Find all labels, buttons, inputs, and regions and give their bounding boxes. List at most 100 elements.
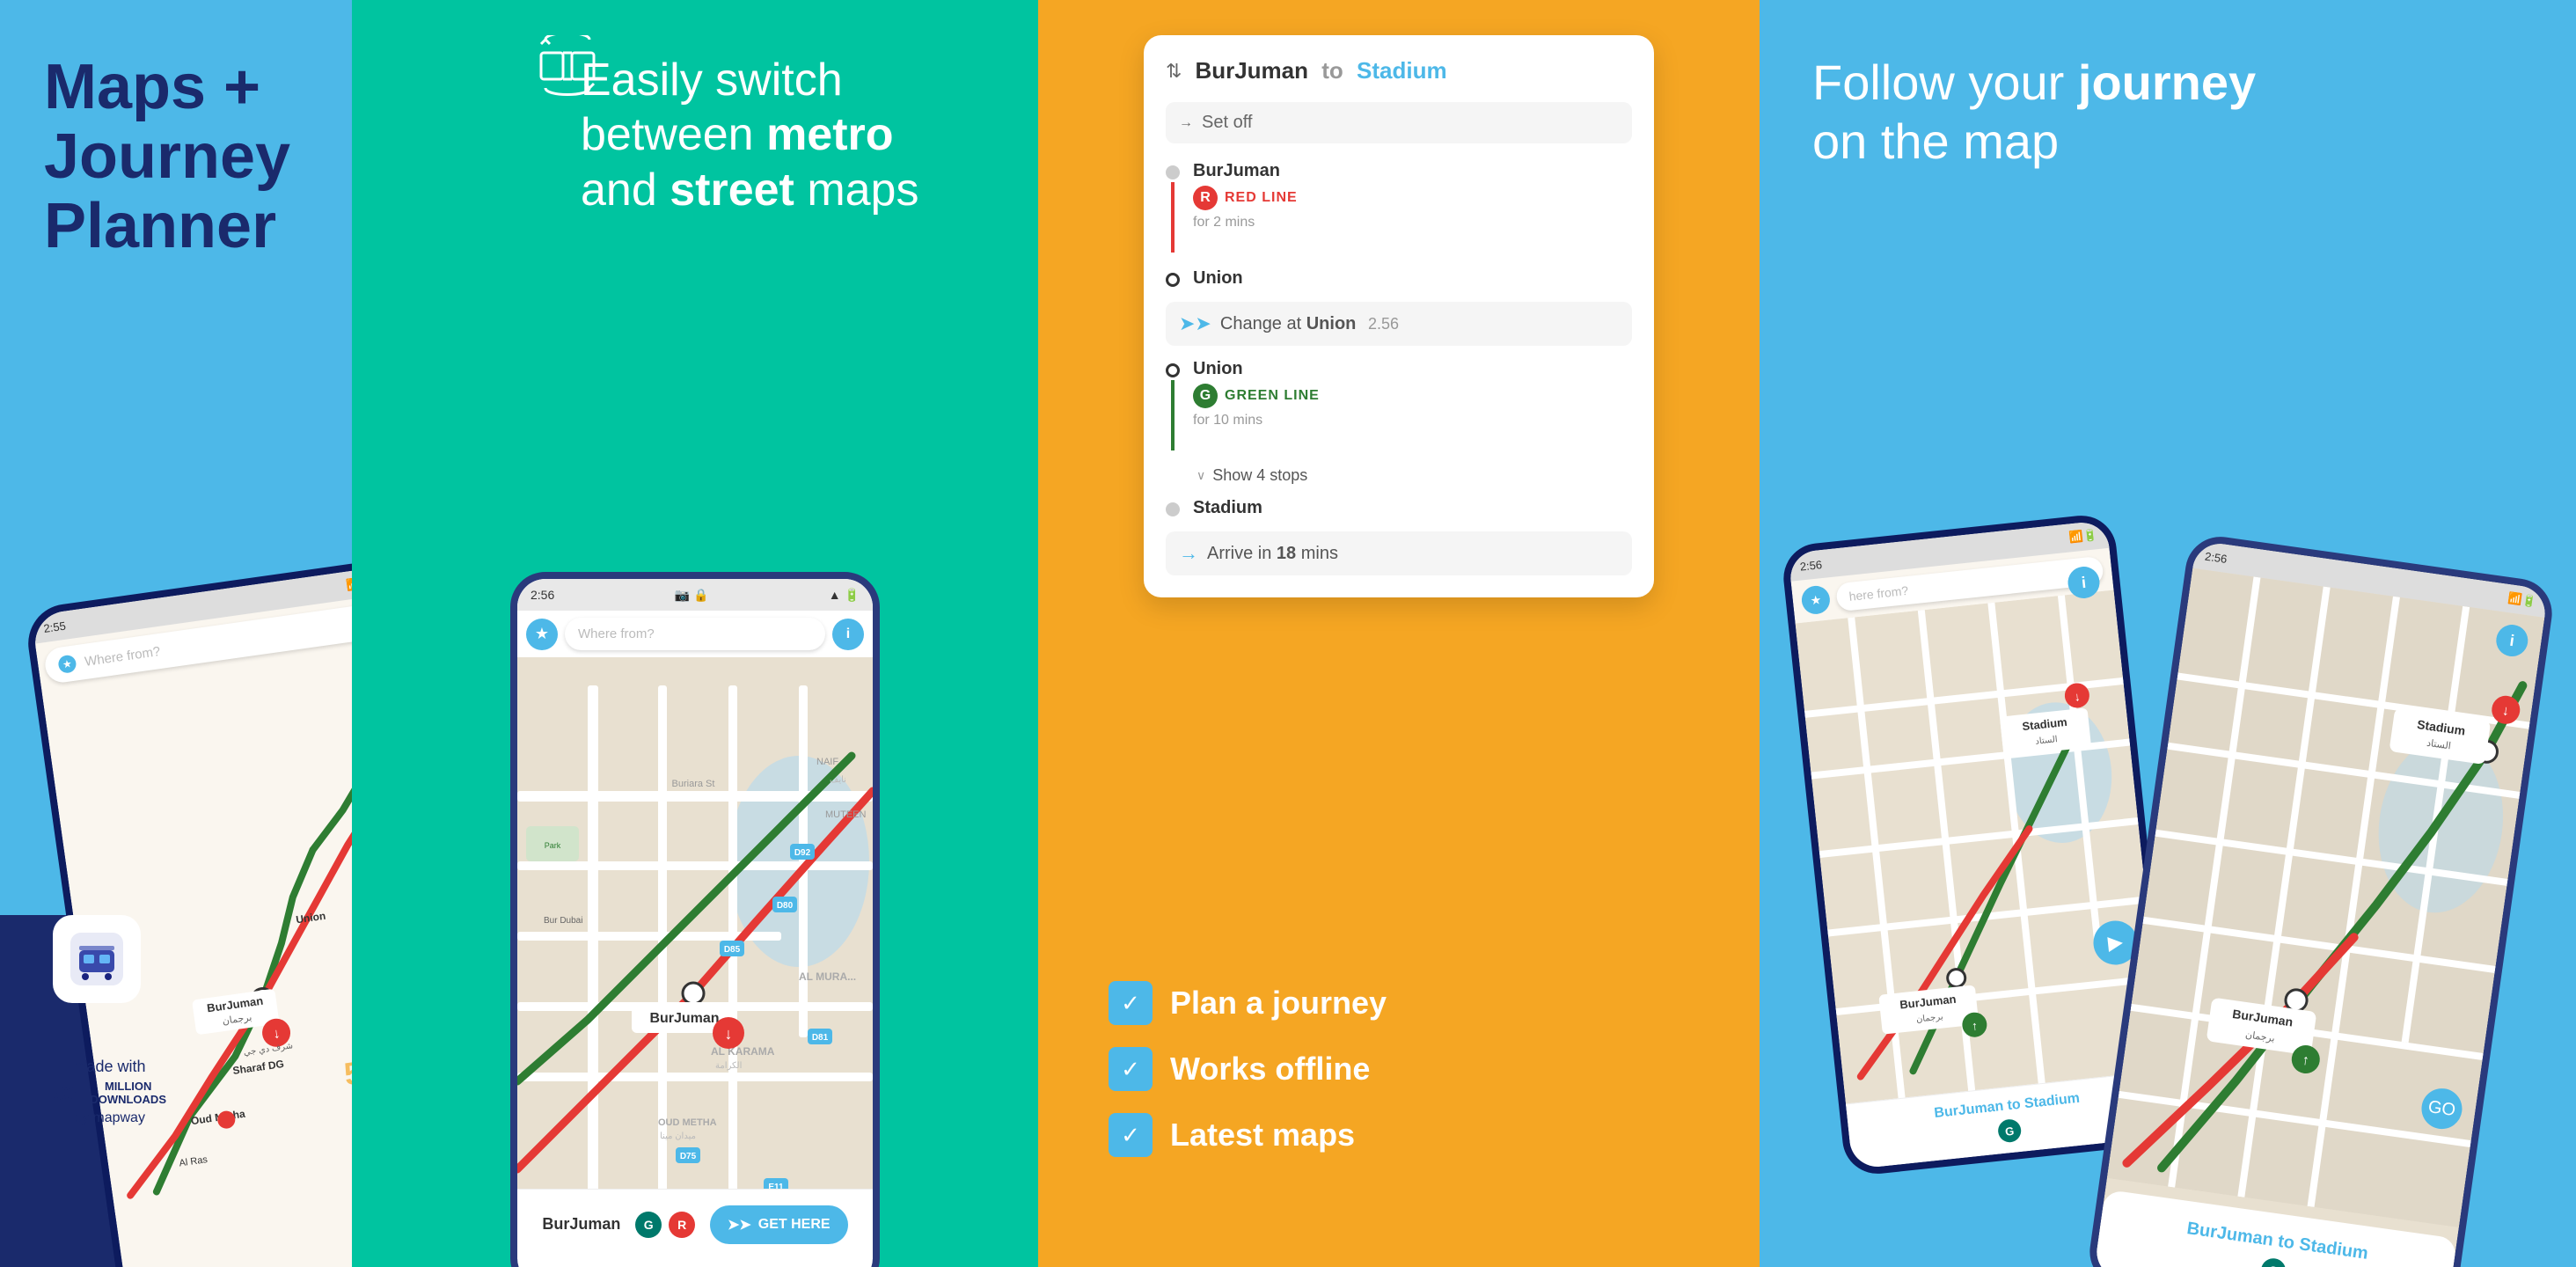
feature-label-3: Latest maps — [1170, 1117, 1355, 1153]
svg-text:BurJuman: BurJuman — [649, 1011, 719, 1026]
features-list: ✓ Plan a journey ✓ Works offline ✓ Lates… — [1109, 959, 1387, 1179]
step-burjuman: BurJuman R RED LINE for 2 mins — [1166, 161, 1632, 255]
dot-union-1 — [1166, 273, 1180, 287]
station-name-bottom: BurJuman — [542, 1215, 620, 1234]
arrive-banner: → Arrive in 18 mins — [1166, 531, 1632, 575]
from-station: BurJuman — [1195, 57, 1308, 84]
svg-text:AL MURA...: AL MURA... — [799, 970, 856, 983]
red-duration: for 2 mins — [1193, 215, 1632, 231]
phone4b-screen: 2:56 📶🔋 — [2093, 540, 2549, 1267]
check-icon-1: ✓ — [1109, 981, 1153, 1025]
svg-text:D81: D81 — [812, 1033, 829, 1043]
phone2-search-input[interactable]: Where from? — [565, 618, 825, 650]
downloads-label: MILLIONDOWNLOADS — [90, 1080, 166, 1106]
section-1: Maps + Journey Planner made with 50+ MIL… — [0, 0, 352, 1267]
phone4a-screen: 2:56 📶🔋 ★ here from? — [1788, 520, 2171, 1169]
svg-text:D92: D92 — [794, 848, 811, 858]
dot-stadium — [1166, 502, 1180, 516]
arrive-arrow-icon: → — [1179, 542, 1198, 565]
section2-header: Easily switch between metro and street m… — [581, 53, 1003, 217]
svg-text:AL KARAMA: AL KARAMA — [711, 1045, 775, 1058]
arrive-text: Arrive in 18 mins — [1207, 544, 1338, 564]
svg-text:↓: ↓ — [725, 1025, 733, 1043]
red-line-segment — [1171, 182, 1175, 253]
svg-text:D80: D80 — [777, 901, 794, 911]
arrow-right-icon: → — [1179, 115, 1193, 131]
set-off-label: Set off — [1202, 113, 1252, 133]
to-station: Stadium — [1357, 57, 1447, 84]
info-btn-2[interactable]: i — [832, 619, 864, 650]
line-icons: G R — [635, 1212, 695, 1238]
main-title: Maps + Journey Planner — [44, 53, 290, 262]
svg-text:NAIF: NAIF — [816, 757, 838, 767]
stadium-info: Stadium — [1193, 498, 1632, 518]
route-text: BurJuman to Stadium — [1195, 57, 1446, 84]
feature-label-2: Works offline — [1170, 1051, 1370, 1088]
svg-text:Buriara St: Buriara St — [672, 779, 715, 789]
green-line-segment — [1171, 380, 1175, 450]
get-here-button[interactable]: ➤➤ GET HERE — [710, 1205, 848, 1244]
svg-text:نايف: نايف — [830, 775, 846, 785]
union-green-info: Union G GREEN LINE for 10 mins — [1193, 359, 1632, 428]
check-icon-3: ✓ — [1109, 1113, 1153, 1157]
green-line-name: GREEN LINE — [1225, 388, 1320, 404]
star-btn-4a[interactable]: ★ — [1800, 584, 1831, 615]
feature-3: ✓ Latest maps — [1109, 1113, 1387, 1157]
swap-icon[interactable]: ⇅ — [1166, 60, 1182, 83]
phone2-bottom-nav: BurJuman G R ➤➤ GET HERE — [517, 1189, 873, 1259]
made-with-section: made with 50+ MILLIONDOWNLOADS by mapway — [53, 1058, 166, 1126]
svg-text:Park: Park — [545, 841, 561, 850]
svg-text:D75: D75 — [680, 1152, 697, 1161]
station-union-2: Union — [1193, 359, 1632, 379]
phone2-status-bar: 2:56 📷 🔒 ▲ 🔋 — [517, 579, 873, 611]
transfer-icon: ➤➤ — [1179, 312, 1211, 335]
star-btn[interactable]: ★ — [526, 619, 558, 650]
journey-panel: ⇅ BurJuman to Stadium → Set off BurJuman… — [1144, 35, 1654, 597]
svg-text:Bur Dubai: Bur Dubai — [544, 916, 582, 926]
feature-1: ✓ Plan a journey — [1109, 981, 1387, 1025]
line-r-icon: R — [669, 1212, 695, 1238]
step-union-green: Union G GREEN LINE for 10 mins — [1166, 359, 1632, 453]
svg-text:ميدان مينا: ميدان مينا — [660, 1132, 696, 1141]
green-line-badge: G GREEN LINE — [1193, 384, 1320, 408]
line-g-4b: G — [2259, 1256, 2287, 1267]
station-burjuman: BurJuman — [1193, 161, 1632, 181]
section2-title: Easily switch between metro and street m… — [581, 53, 1003, 217]
route-line-union — [1166, 268, 1180, 287]
change-banner: ➤➤ Change at Union 2.56 — [1166, 302, 1632, 346]
burjuman-info: BurJuman R RED LINE for 2 mins — [1193, 161, 1632, 231]
phone-2-screen: 2:56 📷 🔒 ▲ 🔋 ★ Where from? i — [517, 579, 873, 1267]
change-text: Change at Union 2.56 — [1220, 314, 1399, 334]
phone-2: 2:56 📷 🔒 ▲ 🔋 ★ Where from? i — [510, 572, 880, 1267]
phone4a-map: BurJuman برجمان ↑ Stadium الستاد ↓ — [1796, 590, 2166, 1113]
section-4: Follow your journey on the map 2:56 📶🔋 ★… — [1760, 0, 2576, 1267]
red-line-badge: R RED LINE — [1193, 186, 1298, 210]
chevron-down-icon: ∨ — [1197, 468, 1205, 483]
check-icon-2: ✓ — [1109, 1047, 1153, 1091]
route-line-stadium — [1166, 498, 1180, 516]
app-icon — [53, 915, 141, 1003]
green-duration: for 10 mins — [1193, 413, 1632, 428]
feature-label-1: Plan a journey — [1170, 985, 1387, 1022]
dot-union-2 — [1166, 363, 1180, 377]
phone-4b: 2:56 📶🔋 — [2085, 532, 2557, 1267]
section4-title: Follow your journey on the map — [1812, 53, 2400, 171]
line-g-4a: G — [1997, 1118, 2023, 1144]
street-map: BurJuman Buriara St Bur Dubai Park NAIF … — [517, 657, 873, 1259]
red-line-name: RED LINE — [1225, 190, 1298, 206]
route-line-2 — [1166, 359, 1180, 453]
show-stops-btn[interactable]: ∨ Show 4 stops — [1197, 466, 1632, 485]
svg-text:MUTEEN: MUTEEN — [825, 809, 867, 820]
feature-2: ✓ Works offline — [1109, 1047, 1387, 1091]
svg-text:OUD METHA: OUD METHA — [658, 1117, 717, 1128]
step-stadium: Stadium — [1166, 498, 1632, 518]
journey-header: ⇅ BurJuman to Stadium — [1166, 57, 1632, 84]
line-g-icon: G — [635, 1212, 662, 1238]
search-row: ★ Where from? i — [517, 611, 873, 657]
dot-burjuman — [1166, 165, 1180, 179]
route-line-1 — [1166, 161, 1180, 255]
green-circle: G — [1193, 384, 1218, 408]
set-off-row[interactable]: → Set off — [1166, 102, 1632, 143]
section-3: ⇅ BurJuman to Stadium → Set off BurJuman… — [1038, 0, 1760, 1267]
station-stadium: Stadium — [1193, 498, 1632, 518]
